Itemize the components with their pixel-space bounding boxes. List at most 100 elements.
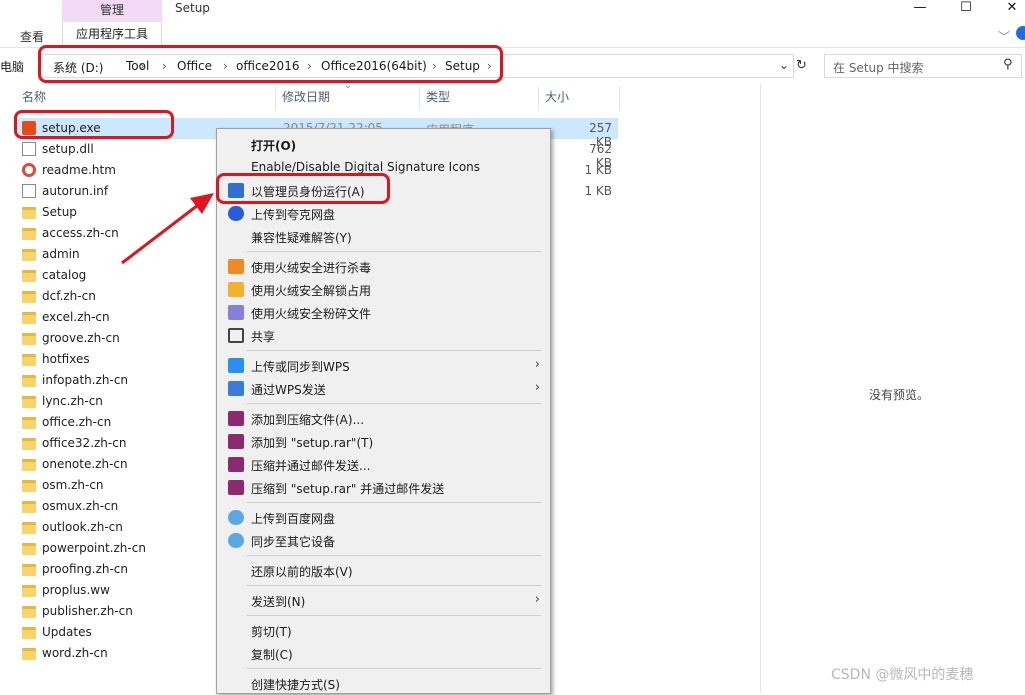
winrar-icon [228,457,244,472]
maximize-button[interactable]: ☐ [946,0,986,18]
winrar-icon [228,434,244,449]
menu-item[interactable]: 使用火绒安全解锁占用 [217,278,550,301]
folder-icon [22,501,36,513]
ribbon-expand-icon[interactable]: ﹀ [998,28,1010,45]
menu-item[interactable]: 使用火绒安全粉碎文件 [217,301,550,324]
menu-item[interactable]: 打开(O) [217,133,550,156]
column-divider[interactable] [275,86,276,110]
column-type[interactable]: 类型 [426,88,450,110]
menu-item-label: 使用火绒安全解锁占用 [251,284,372,298]
column-divider[interactable] [538,86,539,110]
share-icon [228,328,244,343]
folder-icon [22,312,36,324]
folder-icon [22,396,36,408]
file-name: powerpoint.zh-cn [42,541,146,555]
address-prefix[interactable]: 电脑 [0,58,24,75]
menu-item-label: 添加到 "setup.rar"(T) [251,436,374,450]
menu-item[interactable]: 压缩并通过邮件发送... [217,453,550,476]
file-name: access.zh-cn [42,226,119,240]
menu-item[interactable]: 还原以前的版本(V) [217,559,550,582]
menu-separator [247,350,541,351]
context-menu: 打开(O) Enable/Disable Digital Signature Ic… [216,128,551,694]
menu-item[interactable]: 上传或同步到WPS › [217,354,550,377]
menu-item[interactable]: 添加到 "setup.rar"(T) [217,430,550,453]
column-date[interactable]: 修改日期 [282,88,330,110]
menu-item-label: 还原以前的版本(V) [251,565,353,579]
menu-item[interactable]: 添加到压缩文件(A)... [217,407,550,430]
quark-icon [228,206,244,221]
close-button[interactable]: ✕ [992,0,1025,18]
search-box[interactable]: 在 Setup 中搜索 ⚲ [824,54,1022,78]
context-tab-header: 管理 [62,0,162,22]
tab-view[interactable]: 查看 [20,28,44,45]
menu-item-label: 通过WPS发送 [251,383,326,397]
menu-item[interactable]: 发送到(N) › [217,589,550,612]
refresh-icon[interactable]: ↻ [796,58,807,73]
menu-item[interactable]: 创建快捷方式(S) [217,672,550,695]
file-name: lync.zh-cn [42,394,103,408]
menu-item[interactable]: 上传到夸克网盘 [217,202,550,225]
file-name: office.zh-cn [42,415,112,429]
minimize-button[interactable]: — [900,0,940,18]
file-name: infopath.zh-cn [42,373,129,387]
menu-item-label: 复制(C) [251,648,293,662]
menu-item-label: 打开(O) [251,139,297,153]
file-name: Updates [42,625,92,639]
file-name: readme.htm [42,163,116,177]
file-icon [22,184,36,198]
search-icon[interactable]: ⚲ [1003,57,1013,72]
address-dropdown-icon[interactable]: ⌄ [779,58,789,72]
folder-icon [22,228,36,240]
ribbon: 管理 查看 应用程序工具 Setup — ☐ ✕ ﹀ [0,0,1025,48]
menu-item-label: 压缩到 "setup.rar" 并通过邮件发送 [251,482,445,496]
file-name: catalog [42,268,87,282]
folder-icon [22,291,36,303]
folder-icon [22,606,36,618]
file-name: groove.zh-cn [42,331,120,345]
column-size[interactable]: 大小 [545,88,569,110]
menu-item[interactable]: 共享 [217,324,550,347]
file-name: osm.zh-cn [42,478,104,492]
winrar-icon [228,480,244,495]
search-input[interactable]: 在 Setup 中搜索 [833,59,924,76]
menu-separator [247,668,541,669]
menu-item-label: 同步至其它设备 [251,535,336,549]
menu-item[interactable]: 同步至其它设备 [217,529,550,552]
menu-item[interactable]: 使用火绒安全进行杀毒 [217,255,550,278]
baidu-icon [228,533,244,548]
folder-icon [22,648,36,660]
file-name: hotfixes [42,352,90,366]
window-title: Setup [175,1,210,15]
menu-item-label: 使用火绒安全进行杀毒 [251,261,372,275]
menu-separator [247,251,541,252]
folder-icon [22,249,36,261]
menu-separator [247,585,541,586]
file-name: osmux.zh-cn [42,499,119,513]
file-name: publisher.zh-cn [42,604,133,618]
chrome-icon [22,163,36,177]
unlock-icon [228,282,244,297]
sort-indicator-icon: ⌄ [344,80,353,91]
file-name: excel.zh-cn [42,310,110,324]
column-divider[interactable] [619,86,620,110]
folder-icon [22,438,36,450]
menu-separator [247,403,541,404]
annotation-setup-exe-highlight [14,110,174,139]
preview-divider [760,84,761,693]
menu-item[interactable]: 兼容性疑难解答(Y) [217,225,550,248]
file-name: dcf.zh-cn [42,289,96,303]
menu-item[interactable]: 通过WPS发送 › [217,377,550,400]
help-icon[interactable] [1016,26,1025,40]
menu-item[interactable]: 复制(C) [217,642,550,665]
file-name: office32.zh-cn [42,436,127,450]
column-divider[interactable] [419,86,420,110]
menu-item[interactable]: 剪切(T) [217,619,550,642]
folder-icon [22,522,36,534]
menu-item[interactable]: 上传到百度网盘 [217,506,550,529]
submenu-chevron-icon: › [534,592,540,607]
menu-separator [247,502,541,503]
menu-item[interactable]: 压缩到 "setup.rar" 并通过邮件发送 [217,476,550,499]
file-name: setup.dll [42,142,94,156]
column-name[interactable]: 名称 [22,88,46,110]
menu-item-label: Enable/Disable Digital Signature Icons [251,160,481,174]
